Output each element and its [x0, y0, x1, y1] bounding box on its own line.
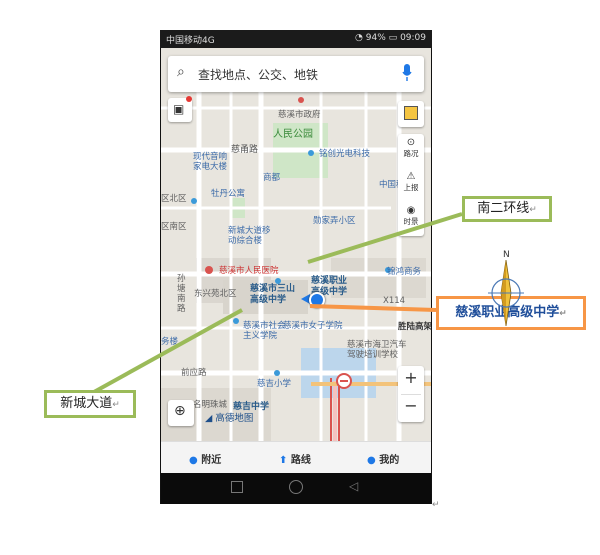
ring-road-pointer	[307, 212, 463, 264]
callout-ring-road-text: 南二环线	[477, 201, 530, 216]
callout-ring-road: 南二环线↵	[462, 196, 552, 222]
school-pointer	[309, 304, 437, 312]
return-mark: ↵	[432, 500, 440, 510]
return-mark: ↵	[112, 400, 120, 410]
compass: N	[480, 248, 532, 338]
return-mark: ↵	[559, 309, 567, 319]
callout-xincheng-road: 新城大道↵	[44, 390, 136, 418]
callout-xincheng-text: 新城大道	[60, 396, 113, 411]
xincheng-pointer	[93, 308, 243, 394]
compass-north-label: N	[503, 250, 510, 260]
return-mark: ↵	[529, 205, 537, 215]
